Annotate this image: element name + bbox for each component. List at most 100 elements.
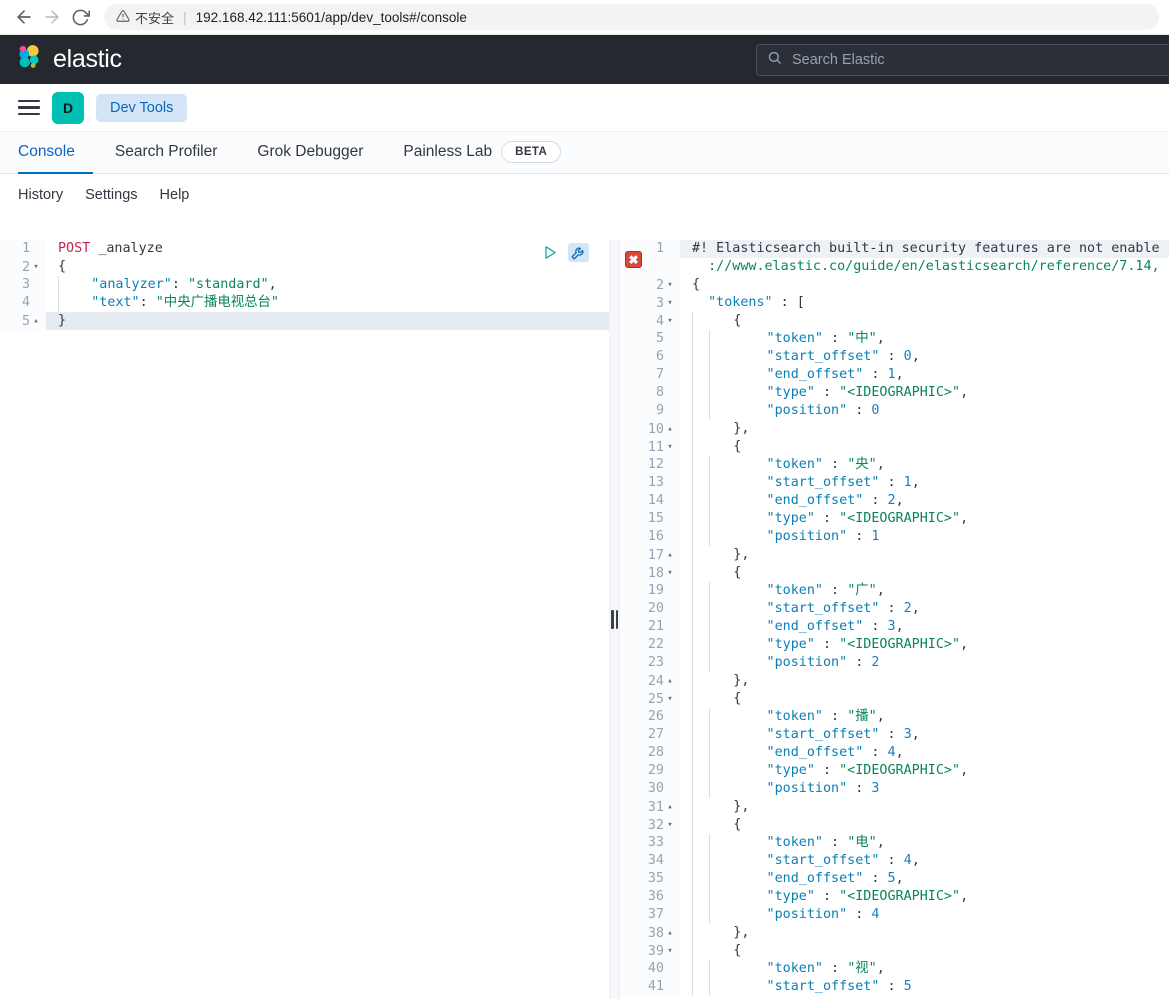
forward-icon[interactable] bbox=[38, 3, 66, 31]
play-triangle-icon[interactable] bbox=[541, 244, 558, 261]
tab-label: Grok Debugger bbox=[257, 143, 364, 160]
fold-toggle-icon[interactable]: ▾ bbox=[664, 294, 676, 312]
global-search-input[interactable]: Search Elastic bbox=[756, 43, 1169, 76]
fold-toggle-icon[interactable]: ▴ bbox=[664, 924, 676, 942]
code-text: "token" : "中", bbox=[680, 330, 1169, 348]
tab-search-profiler[interactable]: Search Profiler bbox=[115, 132, 236, 174]
line-number: 39 ▾ bbox=[620, 942, 680, 960]
tab-painless-lab[interactable]: Painless Lab BETA bbox=[403, 132, 579, 174]
tab-grok-debugger[interactable]: Grok Debugger bbox=[257, 132, 381, 174]
fold-toggle-icon[interactable]: ▾ bbox=[664, 276, 676, 294]
code-token: , bbox=[895, 619, 904, 634]
tab-console[interactable]: Console bbox=[18, 132, 93, 174]
indent-guide bbox=[692, 618, 709, 636]
code-token: , bbox=[876, 583, 885, 598]
line-number: 40 bbox=[620, 960, 680, 978]
breadcrumb[interactable]: Dev Tools bbox=[96, 93, 188, 122]
code-line: 33 "token" : "电", bbox=[620, 834, 1169, 852]
fold-toggle-icon[interactable]: ▴ bbox=[30, 312, 42, 330]
code-token: "<IDEOGRAPHIC>" bbox=[839, 637, 961, 652]
back-icon[interactable] bbox=[10, 3, 38, 31]
code-line: 29 "type" : "<IDEOGRAPHIC>", bbox=[620, 762, 1169, 780]
wrench-icon[interactable] bbox=[568, 243, 589, 262]
response-code-editor[interactable]: 1 #! Elasticsearch built-in security feat… bbox=[620, 240, 1169, 999]
code-token: 3 bbox=[887, 619, 896, 634]
fold-toggle-icon[interactable]: ▾ bbox=[664, 690, 676, 708]
subnav-history[interactable]: History bbox=[18, 187, 63, 203]
request-editor-pane[interactable]: 1 POST _analyze 2 ▾{3 "analyzer": "standard… bbox=[0, 240, 609, 999]
line-number: 3 ▾ bbox=[620, 294, 680, 312]
request-code-editor[interactable]: 1 POST _analyze 2 ▾{3 "analyzer": "standard… bbox=[0, 240, 609, 999]
code-token: : bbox=[814, 511, 840, 526]
code-line: 13 "start_offset" : 1, bbox=[620, 474, 1169, 492]
code-text: "position" : 1 bbox=[680, 528, 1169, 546]
subnav-settings[interactable]: Settings bbox=[85, 187, 137, 203]
fold-toggle-icon[interactable]: ▴ bbox=[664, 672, 676, 690]
fold-toggle-icon[interactable]: ▾ bbox=[664, 312, 676, 330]
line-number: 22 bbox=[620, 636, 680, 654]
fold-toggle-icon[interactable]: ▾ bbox=[664, 816, 676, 834]
code-text: "type" : "<IDEOGRAPHIC>", bbox=[680, 762, 1169, 780]
code-token: 5 bbox=[887, 871, 896, 886]
code-token: , bbox=[895, 367, 904, 382]
line-number: 5 bbox=[620, 330, 680, 348]
line-number: 25 ▾ bbox=[620, 690, 680, 708]
error-close-icon[interactable]: ✖ bbox=[625, 251, 642, 268]
response-editor-pane[interactable]: ✖ 1 #! Elasticsearch built-in security fe… bbox=[620, 240, 1169, 999]
code-token: "start_offset" bbox=[726, 727, 880, 742]
code-token: "end_offset" bbox=[726, 871, 864, 886]
code-token: "播" bbox=[847, 709, 877, 724]
code-text: "token" : "广", bbox=[680, 582, 1169, 600]
code-token: , bbox=[960, 637, 969, 652]
line-number: 35 bbox=[620, 870, 680, 888]
fold-toggle-icon[interactable]: ▴ bbox=[664, 798, 676, 816]
indent-guide bbox=[709, 600, 726, 618]
code-token: "token" bbox=[726, 835, 823, 850]
fold-toggle-icon[interactable]: ▾ bbox=[30, 258, 42, 276]
code-token: { bbox=[709, 691, 742, 706]
code-token: #! Elasticsearch built-in security featu… bbox=[692, 241, 1160, 256]
fold-toggle-icon[interactable]: ▴ bbox=[664, 546, 676, 564]
code-token: 4 bbox=[871, 907, 880, 922]
code-token: : bbox=[863, 871, 888, 886]
code-line: 25 ▾ { bbox=[620, 690, 1169, 708]
indent-guide bbox=[709, 834, 726, 852]
code-text: { bbox=[680, 942, 1169, 960]
indent-guide bbox=[692, 456, 709, 474]
fold-toggle-icon[interactable]: ▾ bbox=[664, 438, 676, 456]
reload-icon[interactable] bbox=[66, 3, 94, 31]
fold-toggle-icon[interactable]: ▾ bbox=[664, 564, 676, 582]
code-text: "type" : "<IDEOGRAPHIC>", bbox=[680, 888, 1169, 906]
code-text: "type" : "<IDEOGRAPHIC>", bbox=[680, 636, 1169, 654]
code-line: 18 ▾ { bbox=[620, 564, 1169, 582]
pane-resize-handle[interactable] bbox=[609, 240, 620, 999]
indent-guide bbox=[709, 636, 726, 654]
address-bar[interactable]: 不安全 | 192.168.42.111:5601/app/dev_tools#… bbox=[104, 4, 1159, 30]
code-text: }, bbox=[680, 546, 1169, 564]
fold-toggle-icon[interactable]: ▴ bbox=[664, 420, 676, 438]
code-token: }, bbox=[709, 547, 750, 562]
code-line: 23 "position" : 2 bbox=[620, 654, 1169, 672]
code-text: { bbox=[680, 312, 1169, 330]
line-number: 13 bbox=[620, 474, 680, 492]
code-line: 30 "position" : 3 bbox=[620, 780, 1169, 798]
fold-toggle-icon[interactable]: ▾ bbox=[664, 942, 676, 960]
space-avatar[interactable]: D bbox=[52, 91, 84, 124]
code-token: , bbox=[911, 853, 920, 868]
code-line: 6 "start_offset" : 0, bbox=[620, 348, 1169, 366]
code-token: 0 bbox=[871, 403, 880, 418]
code-token: "type" bbox=[726, 763, 815, 778]
indent-guide bbox=[709, 654, 726, 672]
code-token: "end_offset" bbox=[726, 493, 864, 508]
code-token: "中央广播电视总台" bbox=[155, 295, 279, 310]
code-token: "position" bbox=[726, 781, 848, 796]
hamburger-menu-icon[interactable] bbox=[18, 99, 40, 116]
code-line: 41 "start_offset" : 5 bbox=[620, 978, 1169, 996]
code-token: 2 bbox=[887, 493, 896, 508]
code-text: "start_offset" : 5 bbox=[680, 978, 1169, 996]
subnav-help[interactable]: Help bbox=[160, 187, 190, 203]
elastic-home-link[interactable]: elastic bbox=[14, 42, 122, 77]
code-token: "position" bbox=[726, 403, 848, 418]
code-text: "type" : "<IDEOGRAPHIC>", bbox=[680, 384, 1169, 402]
code-token: , bbox=[876, 709, 885, 724]
